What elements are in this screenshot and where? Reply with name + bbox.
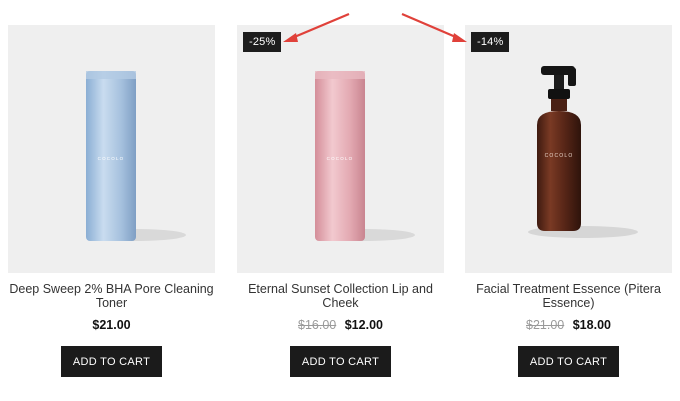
product-price: $21.00 $18.00 (465, 318, 672, 332)
lip-cheek-bottle-image: COCOLO (315, 71, 415, 241)
add-to-cart-button[interactable]: ADD TO CART (61, 346, 162, 377)
brand-mark: COCOLO (545, 153, 574, 159)
product-image[interactable]: COCOLO -14% (465, 25, 672, 273)
current-price: $12.00 (344, 318, 383, 332)
discount-badge: -14% (471, 32, 510, 52)
original-price: $21.00 (526, 318, 565, 332)
product-card: COCOLO Deep Sweep 2% BHA Pore Cleaning T… (8, 0, 215, 401)
product-price: $16.00 $12.00 (237, 318, 444, 332)
product-card: COCOLO -14% Facial Treatment Essence (Pi… (465, 0, 672, 401)
add-to-cart-button[interactable]: ADD TO CART (518, 346, 619, 377)
product-card: COCOLO -25% Eternal Sunset Collection Li… (237, 0, 444, 401)
current-price: $21.00 (92, 318, 131, 332)
product-title[interactable]: Eternal Sunset Collection Lip and Cheek (237, 282, 444, 310)
brand-mark: COCOLO (327, 156, 354, 161)
product-price: $21.00 (8, 318, 215, 332)
add-to-cart-button[interactable]: ADD TO CART (290, 346, 391, 377)
product-title[interactable]: Deep Sweep 2% BHA Pore Cleaning Toner (8, 282, 215, 310)
brand-mark: COCOLO (98, 156, 125, 161)
product-title[interactable]: Facial Treatment Essence (Pitera Essence… (465, 282, 672, 310)
current-price: $18.00 (572, 318, 611, 332)
product-image[interactable]: COCOLO -25% (237, 25, 444, 273)
toner-bottle-image: COCOLO (86, 71, 186, 241)
discount-badge: -25% (243, 32, 282, 52)
product-image[interactable]: COCOLO (8, 25, 215, 273)
pump-bottle-image: COCOLO (528, 66, 638, 238)
original-price: $16.00 (298, 318, 337, 332)
